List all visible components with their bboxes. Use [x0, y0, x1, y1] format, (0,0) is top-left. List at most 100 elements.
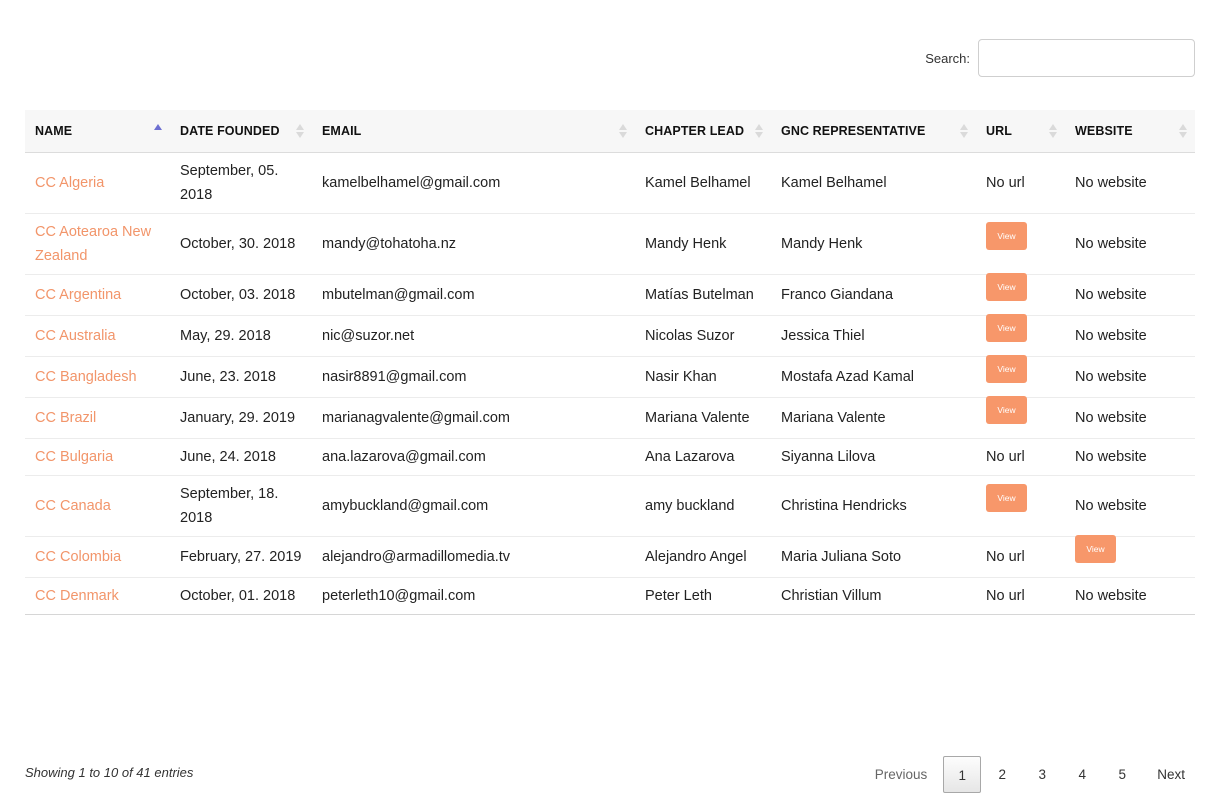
chapter-name-link[interactable]: CC Bulgaria [35, 449, 113, 465]
cell-lead: Alejandro Angel [635, 536, 771, 578]
chapter-name-link[interactable]: CC Brazil [35, 410, 96, 426]
cell-url: View [976, 354, 1065, 398]
chapter-name-link[interactable]: CC Bangladesh [35, 369, 137, 385]
cell-gnc: Siyanna Lilova [771, 438, 976, 476]
date-text: February, 27. 2019 [180, 548, 302, 565]
lead-text: Nicolas Suzor [645, 327, 735, 344]
lead-text: Matías Butelman [645, 286, 754, 303]
cell-date: January, 29. 2019 [170, 397, 312, 439]
date-text: September, 05. 2018 [180, 162, 279, 203]
column-header-url[interactable]: URL [976, 110, 1065, 153]
chapter-name-link[interactable]: CC Australia [35, 328, 116, 344]
email-text: amybuckland@gmail.com [322, 497, 489, 514]
cell-name: CC Bangladesh [25, 356, 170, 398]
email-text: alejandro@armadillomedia.tv [322, 548, 511, 565]
website-text: No website [1075, 409, 1147, 426]
column-header-date-founded[interactable]: DATE FOUNDED [170, 110, 312, 153]
sort-icon [755, 122, 763, 140]
chapter-name-link[interactable]: CC Algeria [35, 175, 104, 191]
cell-gnc: Mandy Henk [771, 213, 976, 275]
table-row: CC Algeria September, 05. 2018 kamelbelham… [25, 152, 1195, 214]
page-button-3[interactable]: 3 [1023, 756, 1061, 793]
table-row: CC Bulgaria June, 24. 2018 ana.lazarova@gm… [25, 438, 1195, 476]
gnc-text: Mariana Valente [781, 409, 886, 426]
email-text: ana.lazarova@gmail.com [322, 448, 486, 465]
cell-url: View [976, 313, 1065, 357]
cell-lead: Mariana Valente [635, 397, 771, 439]
date-text: June, 23. 2018 [180, 368, 276, 385]
cell-email: mandy@tohatoha.nz [312, 213, 635, 275]
page-button-4[interactable]: 4 [1063, 756, 1101, 793]
url-text: No url [986, 587, 1025, 604]
table-row: CC Bangladesh June, 23. 2018 nasir8891@gma… [25, 354, 1195, 398]
page-button-5[interactable]: 5 [1103, 756, 1141, 793]
gnc-text: Christina Hendricks [781, 497, 907, 514]
cell-date: September, 18. 2018 [170, 475, 312, 537]
cell-email: marianagvalente@gmail.com [312, 397, 635, 439]
cell-website: No website [1065, 213, 1195, 275]
view-url-button[interactable]: View [986, 272, 1027, 301]
email-text: nic@suzor.net [322, 327, 415, 344]
table-row: CC Denmark October, 01. 2018 peterleth10@g… [25, 577, 1195, 615]
view-url-button[interactable]: View [986, 483, 1027, 512]
cell-email: nic@suzor.net [312, 315, 635, 357]
table-info: Showing 1 to 10 of 41 entries [25, 765, 194, 780]
chapter-name-link[interactable]: CC Aotearoa New Zealand [35, 224, 151, 264]
cell-website: No website [1065, 315, 1195, 357]
page-button-2[interactable]: 2 [983, 756, 1021, 793]
cell-email: kamelbelhamel@gmail.com [312, 152, 635, 214]
sort-icon [960, 122, 968, 140]
lead-text: amy buckland [645, 497, 735, 514]
lead-text: Alejandro Angel [645, 548, 747, 565]
chapters-table: NAME DATE FOUNDED EMAIL CHAPTER LEAD GNC… [25, 110, 1195, 615]
column-header-name[interactable]: NAME [25, 110, 170, 153]
view-website-button[interactable]: View [1075, 534, 1116, 563]
view-url-button[interactable]: View [986, 395, 1027, 424]
sort-ascending-icon [154, 122, 162, 140]
cell-website: No website [1065, 356, 1195, 398]
column-header-chapter-lead[interactable]: CHAPTER LEAD [635, 110, 771, 153]
cell-website: View [1065, 534, 1195, 578]
cell-email: alejandro@armadillomedia.tv [312, 536, 635, 578]
chapter-name-link[interactable]: CC Denmark [35, 588, 119, 604]
cell-lead: Nicolas Suzor [635, 315, 771, 357]
lead-text: Mariana Valente [645, 409, 750, 426]
date-text: May, 29. 2018 [180, 327, 271, 344]
sort-icon [619, 122, 627, 140]
column-header-gnc-representative[interactable]: GNC REPRESENTATIVE [771, 110, 976, 153]
cell-name: CC Canada [25, 475, 170, 537]
cell-name: CC Aotearoa New Zealand [25, 213, 170, 275]
cell-lead: Nasir Khan [635, 356, 771, 398]
email-text: mandy@tohatoha.nz [322, 235, 457, 252]
cell-gnc: Kamel Belhamel [771, 152, 976, 214]
cell-name: CC Denmark [25, 577, 170, 615]
cell-gnc: Franco Giandana [771, 274, 976, 316]
url-text: No url [986, 448, 1025, 465]
gnc-text: Siyanna Lilova [781, 448, 876, 465]
cell-url: View [976, 475, 1065, 537]
sort-icon [1049, 122, 1057, 140]
cell-lead: Peter Leth [635, 577, 771, 615]
website-text: No website [1075, 368, 1147, 385]
chapter-name-link[interactable]: CC Argentina [35, 287, 121, 303]
next-page-button[interactable]: Next [1143, 756, 1200, 793]
previous-page-button[interactable]: Previous [875, 756, 942, 793]
page-button-1[interactable]: 1 [943, 756, 982, 793]
date-text: October, 30. 2018 [180, 235, 296, 252]
cell-email: nasir8891@gmail.com [312, 356, 635, 398]
date-text: September, 18. 2018 [180, 485, 279, 526]
chapter-name-link[interactable]: CC Canada [35, 498, 111, 514]
cell-date: February, 27. 2019 [170, 536, 312, 578]
cell-website: No website [1065, 438, 1195, 476]
view-url-button[interactable]: View [986, 354, 1027, 383]
search-input[interactable] [978, 39, 1195, 77]
chapter-name-link[interactable]: CC Colombia [35, 549, 121, 565]
cell-url: No url [976, 438, 1065, 476]
view-url-button[interactable]: View [986, 221, 1027, 250]
column-header-website[interactable]: WEBSITE [1065, 110, 1195, 153]
website-text: No website [1075, 448, 1147, 465]
lead-text: Mandy Henk [645, 235, 727, 252]
view-url-button[interactable]: View [986, 313, 1027, 342]
column-header-email[interactable]: EMAIL [312, 110, 635, 153]
pagination: Previous 1 2 3 4 5 Next [873, 756, 1200, 793]
